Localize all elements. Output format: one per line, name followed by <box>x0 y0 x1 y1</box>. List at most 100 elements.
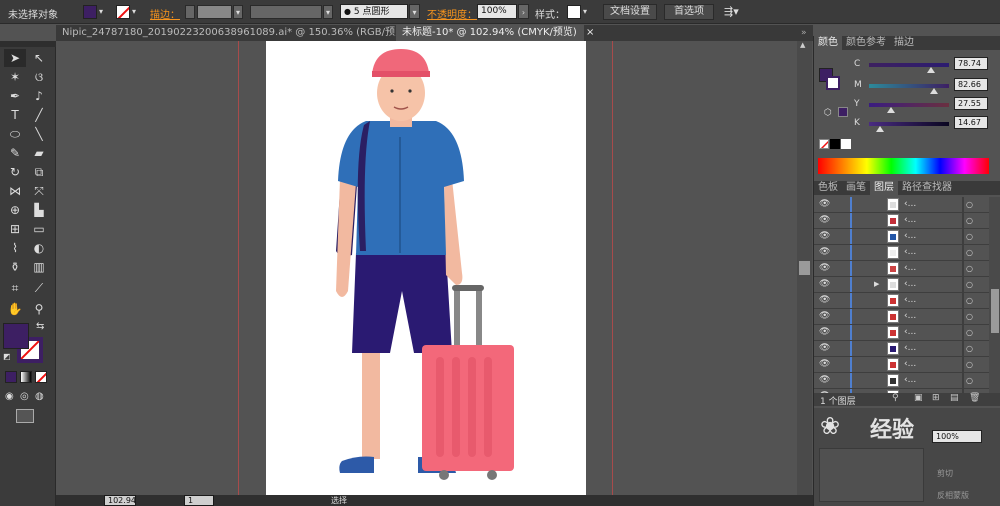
layer-row[interactable]: 👁 ‹... ○ <box>814 325 989 341</box>
create-sublayer-icon[interactable]: ⊞ <box>932 393 940 403</box>
selection-tool-icon[interactable]: ➤ <box>4 49 26 67</box>
ellipse-tool-icon[interactable]: ⬭ <box>4 125 26 143</box>
chevron-down-icon[interactable]: ▾ <box>409 4 420 19</box>
scrollbar-thumb[interactable] <box>991 289 999 333</box>
cyan-slider-thumb[interactable] <box>927 67 935 73</box>
eraser-tool-icon[interactable]: ▰ <box>28 144 50 162</box>
transparency-opacity[interactable]: 100% <box>932 430 982 443</box>
clip-checkbox[interactable]: 剪切 <box>937 468 953 479</box>
magic-wand-tool-icon[interactable]: ✶ <box>4 68 26 86</box>
target-icon[interactable]: ○ <box>966 373 973 388</box>
tab-color-guide[interactable]: 颜色参考 <box>842 36 890 50</box>
width-tool-icon[interactable]: ⋈ <box>4 182 26 200</box>
chevron-down-icon[interactable]: ▾ <box>233 5 243 19</box>
tab-overflow-icon[interactable]: » <box>801 28 811 38</box>
shape-builder-tool-icon[interactable]: ⊕ <box>4 201 26 219</box>
magenta-slider-thumb[interactable] <box>930 88 938 94</box>
layer-row[interactable]: 👁 ‹... ○ <box>814 357 989 373</box>
gradient-tool-icon[interactable]: ▭ <box>28 220 50 238</box>
pencil-tool-icon[interactable]: ✎ <box>4 144 26 162</box>
color-spectrum-ramp[interactable] <box>818 158 989 174</box>
target-icon[interactable]: ○ <box>966 357 973 372</box>
default-colors-icon[interactable]: ◩ <box>3 352 12 361</box>
eye-icon[interactable]: 👁 <box>819 261 833 276</box>
yellow-slider-thumb[interactable] <box>887 107 895 113</box>
document-setup-button[interactable]: 文档设置 <box>603 4 657 20</box>
target-icon[interactable]: ○ <box>966 197 973 212</box>
scale-tool-icon[interactable]: ⧉ <box>28 163 50 181</box>
artboard-tool-icon[interactable]: ⌗ <box>4 279 26 297</box>
chevron-right-icon[interactable]: › <box>518 4 529 19</box>
draw-behind-icon[interactable]: ◎ <box>20 391 32 403</box>
black-slider-thumb[interactable] <box>876 126 884 132</box>
eye-icon[interactable]: 👁 <box>819 293 833 308</box>
target-icon[interactable]: ○ <box>966 293 973 308</box>
chevron-down-icon[interactable]: ▾ <box>583 6 592 18</box>
scrollbar-thumb[interactable] <box>799 261 810 275</box>
direct-selection-tool-icon[interactable]: ↖ <box>28 49 50 67</box>
none-mode-icon[interactable] <box>35 371 47 383</box>
target-icon[interactable]: ○ <box>966 309 973 324</box>
hand-tool-icon[interactable]: ✋ <box>4 300 26 318</box>
line-tool-icon[interactable]: ╱ <box>28 106 50 124</box>
target-icon[interactable]: ○ <box>966 277 973 292</box>
color-mode-icon[interactable] <box>5 371 17 383</box>
curvature-tool-icon[interactable]: ♪ <box>28 87 50 105</box>
target-icon[interactable]: ○ <box>966 229 973 244</box>
fill-color-box[interactable] <box>3 323 29 349</box>
pen-tool-icon[interactable]: ✒ <box>4 87 26 105</box>
tools-panel-grip[interactable] <box>0 41 56 47</box>
eye-icon[interactable]: 👁 <box>819 197 833 212</box>
artboard[interactable] <box>266 41 586 495</box>
target-icon[interactable]: ○ <box>966 325 973 340</box>
black-value[interactable]: 14.67 <box>954 116 988 129</box>
black-swatch[interactable] <box>830 139 840 149</box>
layer-row[interactable]: 👁 ‹... ○ <box>814 261 989 277</box>
tab-pathfinder[interactable]: 路径查找器 <box>898 181 956 195</box>
variable-width-dropdown[interactable] <box>250 5 322 19</box>
layer-row[interactable]: 👁 ‹... ○ <box>814 229 989 245</box>
expand-arrow-icon[interactable]: ▶ <box>874 277 879 292</box>
style-swatch[interactable] <box>567 5 581 19</box>
eye-icon[interactable]: 👁 <box>819 229 833 244</box>
document-tab-active[interactable]: 未标题-10* @ 102.94% (CMYK/预览) × <box>396 25 594 41</box>
layer-row[interactable]: 👁 ‹... ○ <box>814 293 989 309</box>
screen-mode-icon[interactable] <box>16 409 34 423</box>
mask-thumbnail[interactable] <box>819 448 924 502</box>
preferences-button[interactable]: 首选项 <box>664 4 714 20</box>
free-transform-tool-icon[interactable]: ⤧ <box>28 182 50 200</box>
mesh-tool-icon[interactable]: ⊞ <box>4 220 26 238</box>
cyan-value[interactable]: 78.74 <box>954 57 988 70</box>
scroll-up-icon[interactable]: ▲ <box>800 41 809 50</box>
eye-icon[interactable]: 👁 <box>819 373 833 388</box>
document-tab[interactable]: Nipic_24787180_20190223200638961089.ai* … <box>56 25 426 41</box>
layer-row[interactable]: 👁 ‹... ○ <box>814 197 989 213</box>
layer-row[interactable]: 👁 ‹... ○ <box>814 213 989 229</box>
type-tool-icon[interactable]: T <box>4 106 26 124</box>
slice-tool-icon[interactable]: ⟋ <box>28 279 50 297</box>
arrange-documents-icon[interactable]: ⇶▾ <box>724 4 746 20</box>
stroke-swatch[interactable] <box>116 5 130 19</box>
layer-row[interactable]: 👁 ‹... ○ <box>814 341 989 357</box>
stroke-label[interactable]: 描边： <box>150 6 180 21</box>
layer-row[interactable]: 👁 ‹... ○ <box>814 309 989 325</box>
column-graph-tool-icon[interactable]: ▥ <box>28 258 50 276</box>
target-icon[interactable]: ○ <box>966 213 973 228</box>
opacity-input[interactable]: 100% <box>477 4 517 19</box>
eye-icon[interactable]: 👁 <box>819 277 833 292</box>
swap-colors-icon[interactable]: ⇆ <box>36 321 48 333</box>
zoom-tool-icon[interactable]: ⚲ <box>28 300 50 318</box>
eye-icon[interactable]: 👁 <box>819 341 833 356</box>
make-clipping-mask-icon[interactable]: ▣ <box>914 393 923 403</box>
brush-definition-dropdown[interactable]: ● 5 点圆形 <box>340 4 408 19</box>
draw-normal-icon[interactable]: ◉ <box>5 391 17 403</box>
trash-icon[interactable]: 🗑 <box>969 393 980 403</box>
panel-stroke-swatch[interactable] <box>826 76 840 90</box>
rotate-tool-icon[interactable]: ↻ <box>4 163 26 181</box>
tab-stroke[interactable]: 描边 <box>890 36 918 50</box>
eyedropper-tool-icon[interactable]: ⌇ <box>4 239 26 257</box>
eye-icon[interactable]: 👁 <box>819 213 833 228</box>
eye-icon[interactable]: 👁 <box>819 357 833 372</box>
cyan-slider[interactable] <box>869 63 949 67</box>
symbol-sprayer-tool-icon[interactable]: ⚱ <box>4 258 26 276</box>
